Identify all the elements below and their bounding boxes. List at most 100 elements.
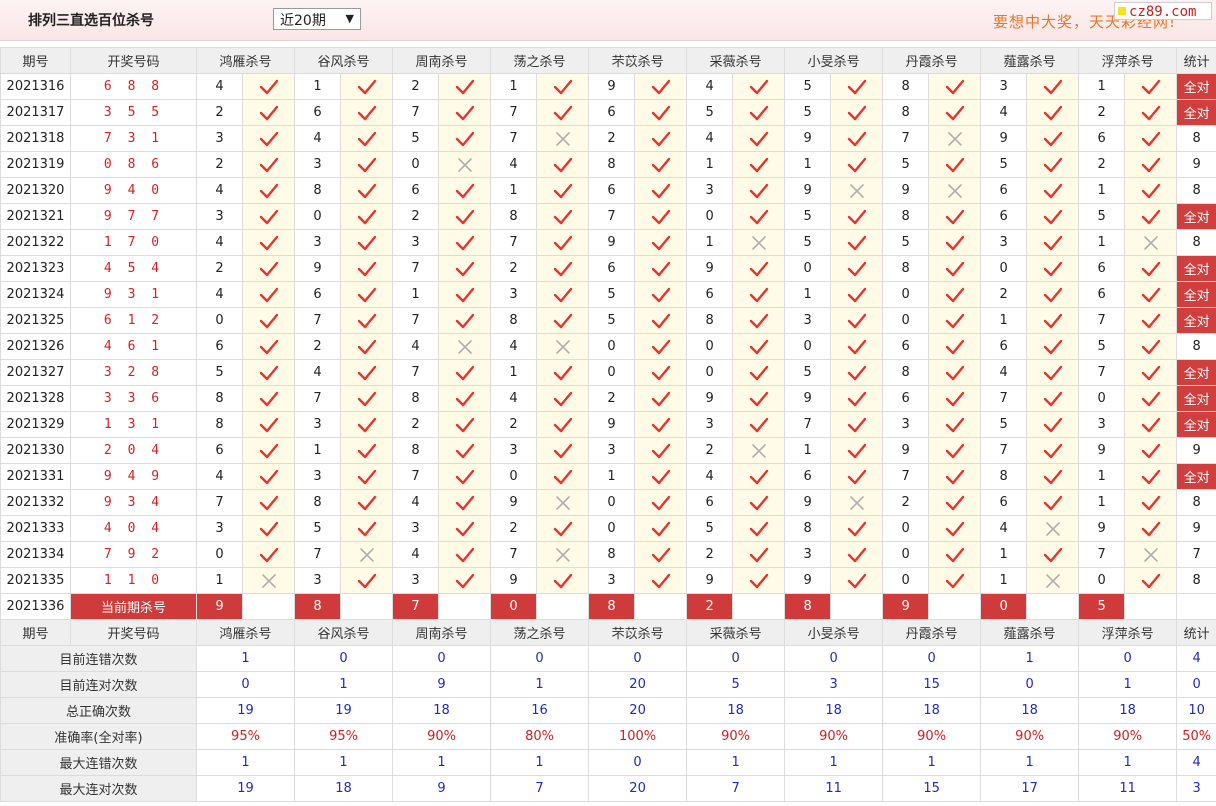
kill-number-cell: 3 <box>392 567 440 594</box>
col-header-expert[interactable]: 鸿雁杀号 <box>195 619 296 646</box>
kill-number-cell: 7 <box>980 385 1028 412</box>
stat-cell: 全对 <box>1176 281 1216 308</box>
period-cell: 2021328 <box>0 385 71 412</box>
check-icon <box>340 255 394 282</box>
table-row: 2021330 2 0 46 1 8 3 3 2 1 9 7 9 9 <box>0 437 1216 464</box>
check-icon <box>536 385 590 412</box>
check-icon <box>732 489 786 516</box>
kill-number-cell: 6 <box>686 281 734 308</box>
period-cell: 2021320 <box>0 177 71 204</box>
summary-stat: 50% <box>1176 723 1216 750</box>
stat-cell: 全对 <box>1176 99 1216 126</box>
cross-icon <box>438 333 492 360</box>
kill-number-cell: 3 <box>882 411 930 438</box>
kill-number-cell: 2 <box>490 411 538 438</box>
current-period-cell: 2021336 <box>0 593 71 620</box>
kill-number-cell: 3 <box>196 125 243 152</box>
check-icon <box>634 541 688 568</box>
col-header-expert[interactable]: 浮萍杀号 <box>1078 619 1178 646</box>
summary-value: 9 <box>392 775 492 802</box>
col-header-expert[interactable]: 采薇杀号 <box>686 619 786 646</box>
col-header-expert[interactable]: 小旻杀号 <box>784 619 884 646</box>
summary-value: 95% <box>195 723 296 750</box>
summary-value: 15 <box>882 671 982 698</box>
kill-number-cell: 9 <box>294 255 342 282</box>
kill-number-cell: 7 <box>980 437 1028 464</box>
col-header-expert[interactable]: 浮萍杀号 <box>1078 47 1178 74</box>
summary-value: 17 <box>980 775 1080 802</box>
kill-number-cell: 1 <box>1078 489 1126 516</box>
kill-number-cell: 6 <box>294 99 342 126</box>
col-header-expert[interactable]: 丹霞杀号 <box>882 619 982 646</box>
kill-number-cell: 1 <box>980 541 1028 568</box>
current-kill-blank <box>830 593 884 620</box>
kill-number-cell: 5 <box>980 151 1028 178</box>
period-select[interactable]: 近20期 ▼ <box>273 8 361 30</box>
summary-value: 1 <box>784 749 884 776</box>
period-cell: 2021333 <box>0 515 71 542</box>
kill-number-cell: 3 <box>1078 411 1126 438</box>
summary-value: 20 <box>588 671 688 698</box>
col-header-expert[interactable]: 小旻杀号 <box>784 47 884 74</box>
kill-number-cell: 2 <box>392 411 440 438</box>
check-icon <box>536 515 590 542</box>
kill-number-cell: 3 <box>392 229 440 256</box>
col-header-expert[interactable]: 荡之杀号 <box>490 619 590 646</box>
check-icon <box>928 281 982 308</box>
col-header-expert[interactable]: 芣苡杀号 <box>588 47 688 74</box>
col-header-expert[interactable]: 芣苡杀号 <box>588 619 688 646</box>
site-logo[interactable]: cz89.com <box>1114 2 1212 20</box>
kill-number-cell: 0 <box>980 255 1028 282</box>
check-icon <box>928 489 982 516</box>
period-cell: 2021335 <box>0 567 71 594</box>
col-header-expert[interactable]: 谷风杀号 <box>294 47 394 74</box>
col-header-expert[interactable]: 荡之杀号 <box>490 47 590 74</box>
check-icon <box>634 177 688 204</box>
check-icon <box>438 73 492 100</box>
kill-number-cell: 4 <box>392 541 440 568</box>
current-kill-number: 7 <box>392 593 440 620</box>
check-icon <box>830 515 884 542</box>
stat-cell: 9 <box>1176 151 1216 178</box>
period-cell: 2021325 <box>0 307 71 334</box>
kill-number-cell: 1 <box>1078 229 1126 256</box>
check-icon <box>1026 73 1080 100</box>
check-icon <box>1124 463 1178 490</box>
kill-number-cell: 7 <box>490 229 538 256</box>
summary-row: 目前连对次数 0 1 9 1 20 5 3 15 0 1 0 <box>0 671 1216 698</box>
summary-value: 11 <box>1078 775 1178 802</box>
summary-value: 90% <box>980 723 1080 750</box>
summary-value: 0 <box>882 645 982 672</box>
draw-number-cell: 9 4 0 <box>70 177 197 204</box>
check-icon <box>1124 385 1178 412</box>
col-header-expert[interactable]: 谷风杀号 <box>294 619 394 646</box>
check-icon <box>536 437 590 464</box>
kill-number-cell: 3 <box>784 541 832 568</box>
col-header-expert[interactable]: 周南杀号 <box>392 619 492 646</box>
kill-number-cell: 4 <box>196 229 243 256</box>
summary-row: 准确率(全对率) 95% 95% 90% 80% 100% 90% 90% 90% 90% 90% 5… <box>0 723 1216 750</box>
draw-number-cell: 6 8 8 <box>70 73 197 100</box>
period-cell: 2021330 <box>0 437 71 464</box>
check-icon <box>1124 99 1178 126</box>
kill-number-cell: 3 <box>294 151 342 178</box>
summary-value: 90% <box>686 723 786 750</box>
col-header-expert[interactable]: 薤露杀号 <box>980 47 1080 74</box>
check-icon <box>241 255 296 282</box>
col-header-expert[interactable]: 采薇杀号 <box>686 47 786 74</box>
kill-number-cell: 3 <box>686 411 734 438</box>
check-icon <box>438 411 492 438</box>
col-header-expert[interactable]: 周南杀号 <box>392 47 492 74</box>
kill-number-cell: 9 <box>686 385 734 412</box>
current-kill-number: 8 <box>294 593 342 620</box>
col-header-expert[interactable]: 薤露杀号 <box>980 619 1080 646</box>
col-header-expert[interactable]: 丹霞杀号 <box>882 47 982 74</box>
cross-icon <box>1026 567 1080 594</box>
check-icon <box>928 203 982 230</box>
col-header-draw: 开奖号码 <box>70 47 197 74</box>
cross-icon <box>536 541 590 568</box>
check-icon <box>732 151 786 178</box>
summary-value: 1 <box>686 749 786 776</box>
kill-number-cell: 2 <box>490 515 538 542</box>
col-header-expert[interactable]: 鸿雁杀号 <box>195 47 296 74</box>
